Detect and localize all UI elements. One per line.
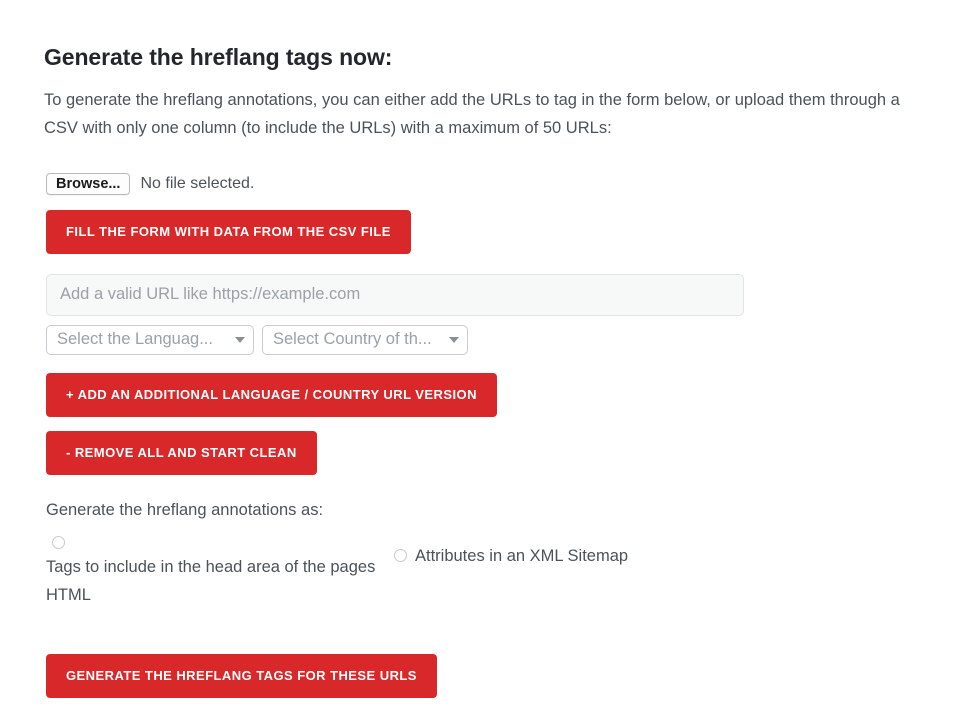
generate-hreflang-tags-button[interactable]: GENERATE THE HREFLANG TAGS FOR THESE URL… <box>46 653 437 698</box>
url-input[interactable] <box>46 273 744 316</box>
radio-label-xml-sitemap: Attributes in an XML Sitemap <box>415 546 629 565</box>
file-selection-status: No file selected. <box>140 174 255 192</box>
country-select[interactable]: Select Country of th... <box>262 324 468 355</box>
hreflang-generator-page: Generate the hreflang tags now: To gener… <box>0 0 960 712</box>
language-country-select-row: Select the Languag... Select Country of … <box>46 324 916 355</box>
csv-file-upload-row: Browse... No file selected. <box>46 172 916 196</box>
intro-paragraph: To generate the hreflang annotations, yo… <box>44 90 900 137</box>
chevron-down-icon <box>449 336 459 343</box>
radio-label-head-tags: Tags to include in the head area of the … <box>46 557 376 604</box>
language-select-label: Select the Languag... <box>57 330 213 349</box>
radio-option-xml-sitemap[interactable]: Attributes in an XML Sitemap <box>394 542 628 570</box>
fill-form-from-csv-button[interactable]: FILL THE FORM WITH DATA FROM THE CSV FIL… <box>46 209 411 254</box>
browse-file-button[interactable]: Browse... <box>46 172 131 195</box>
country-select-label: Select Country of th... <box>273 330 432 349</box>
radio-button-xml-sitemap[interactable] <box>394 548 407 562</box>
add-additional-version-button[interactable]: + ADD AN ADDITIONAL LANGUAGE / COUNTRY U… <box>46 372 497 417</box>
chevron-down-icon <box>235 336 245 343</box>
language-select[interactable]: Select the Languag... <box>46 324 254 355</box>
radio-option-head-tags[interactable]: Tags to include in the head area of the … <box>46 535 386 609</box>
output-format-heading: Generate the hreflang annotations as: <box>46 500 324 519</box>
page-title: Generate the hreflang tags now: <box>44 44 393 70</box>
radio-button-head-tags[interactable] <box>52 535 65 549</box>
output-format-options: Tags to include in the head area of the … <box>44 535 916 609</box>
remove-all-button[interactable]: - REMOVE ALL AND START CLEAN <box>46 430 317 475</box>
